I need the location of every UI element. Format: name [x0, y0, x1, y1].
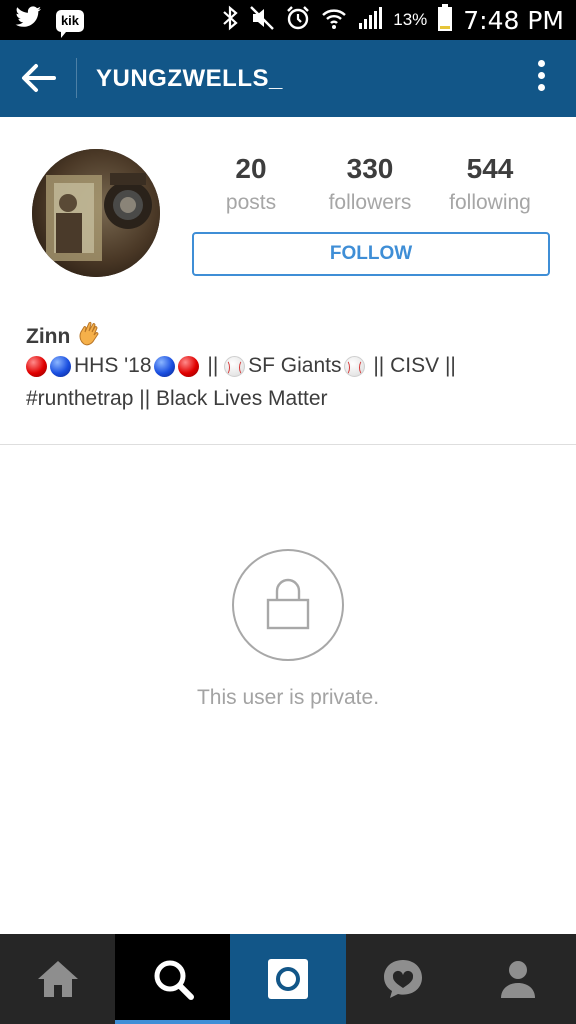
following-label: following	[449, 191, 531, 214]
follow-button[interactable]: FOLLOW	[192, 232, 550, 276]
tab-profile[interactable]	[461, 934, 576, 1024]
alarm-icon	[285, 5, 311, 36]
tab-home[interactable]	[0, 934, 115, 1024]
mute-icon	[249, 5, 275, 36]
wifi-icon	[321, 5, 347, 36]
bluetooth-icon	[221, 5, 239, 36]
section-divider	[0, 444, 576, 445]
tab-camera[interactable]	[230, 934, 346, 1024]
profile-name: Zinn	[26, 320, 104, 354]
more-vert-icon	[538, 60, 545, 67]
bio-line-1: HHS '18 || SF Giants || CISV ||	[26, 354, 456, 378]
followers-label: followers	[328, 191, 412, 214]
posts-count: 20 posts	[191, 153, 311, 215]
blue-circle-icon	[50, 355, 71, 377]
clock: 7:48 PM	[463, 5, 564, 35]
battery-icon	[437, 3, 453, 37]
header-divider	[76, 58, 77, 98]
private-message: This user is private.	[196, 686, 380, 709]
bio-cisv: CISV ||	[390, 354, 456, 377]
red-circle-icon	[177, 355, 199, 377]
avatar	[32, 149, 160, 277]
bio-separator: ||	[367, 354, 391, 377]
posts-value: 20	[235, 153, 267, 184]
baseball-icon	[224, 355, 246, 377]
name-text: Zinn	[26, 325, 71, 348]
tab-search[interactable]	[115, 934, 231, 1024]
activity-icon	[384, 960, 423, 998]
battery-percent: 13%	[393, 10, 428, 29]
baseball-icon	[343, 355, 365, 377]
profile-header: YUNGZWELLS_	[0, 40, 576, 117]
bio-giants: SF Giants	[248, 354, 342, 377]
twitter-icon	[14, 6, 42, 35]
arrow-left-icon	[22, 64, 56, 92]
camera-icon	[267, 959, 308, 999]
bio-line-2: #runthetrap || Black Lives Matter	[26, 387, 328, 410]
signal-icon	[357, 5, 383, 36]
following-count[interactable]: 544 following	[430, 153, 550, 215]
bio-hhs: HHS '18	[74, 354, 152, 377]
page-title: YUNGZWELLS_	[96, 65, 283, 92]
posts-label: posts	[225, 191, 277, 214]
following-value: 544	[466, 153, 514, 184]
waving-hand-icon	[76, 320, 104, 354]
status-bar: kik 13% 7:48 PM	[0, 0, 576, 40]
lock-badge	[232, 549, 344, 661]
red-circle-icon	[26, 355, 47, 377]
bottom-nav	[0, 934, 576, 1024]
lock-icon	[266, 578, 310, 630]
tab-activity[interactable]	[346, 934, 461, 1024]
back-button[interactable]	[18, 58, 58, 98]
blue-circle-icon	[153, 355, 175, 377]
followers-count[interactable]: 330 followers	[310, 153, 430, 215]
profile-icon	[501, 961, 536, 998]
kik-icon: kik	[56, 9, 84, 38]
followers-value: 330	[346, 153, 394, 184]
home-icon	[37, 961, 78, 997]
more-options-button[interactable]	[538, 60, 546, 98]
bio-separator: ||	[201, 354, 225, 377]
search-icon	[154, 960, 194, 1000]
